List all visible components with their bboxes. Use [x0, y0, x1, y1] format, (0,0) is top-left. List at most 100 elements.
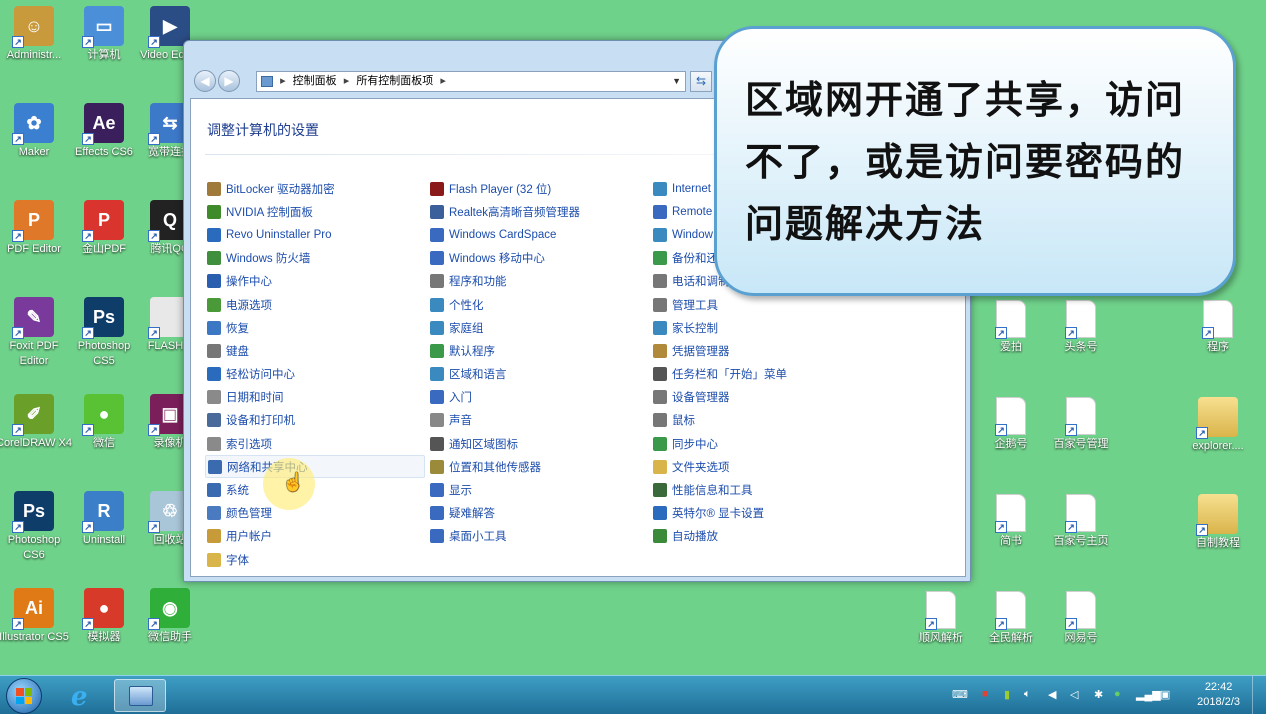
- battery-icon[interactable]: ▮: [1004, 688, 1010, 701]
- desktop-icon[interactable]: ▭ ↗ 计算机: [66, 6, 142, 63]
- back-button[interactable]: ◀: [194, 70, 216, 92]
- control-panel-item[interactable]: 管理工具: [651, 293, 871, 316]
- control-panel-item[interactable]: 个性化: [428, 293, 648, 316]
- desktop-icon-label: 微信助手: [148, 631, 192, 643]
- control-panel-item-label: 设备和打印机: [226, 415, 295, 428]
- desktop-icon[interactable]: ● ↗ 微信: [66, 394, 142, 451]
- desktop-icon[interactable]: Ps ↗ Photoshop CS5: [66, 297, 142, 369]
- control-panel-item[interactable]: 显示: [428, 478, 648, 501]
- desktop-icon[interactable]: ◉ ↗ 微信助手: [132, 588, 208, 645]
- desktop-icon[interactable]: R ↗ Uninstall: [66, 491, 142, 548]
- address-bar[interactable]: ▸ 控制面板 ▸ 所有控制面板项 ▸ ▼: [256, 71, 686, 92]
- control-panel-item[interactable]: 索引选项: [205, 432, 425, 455]
- control-panel-item[interactable]: BitLocker 驱动器加密: [205, 177, 425, 200]
- shortcut-arrow-icon: ↗: [12, 327, 24, 339]
- keyboard-icon[interactable]: ⌨: [952, 688, 968, 701]
- desktop-file-icon[interactable]: ↗ 自制教程: [1180, 494, 1256, 551]
- desktop-file-icon[interactable]: ↗ 爱拍: [973, 300, 1049, 355]
- control-panel-item[interactable]: 文件夹选项: [651, 455, 871, 478]
- taskbar-clock[interactable]: 22:42 2018/2/3: [1197, 680, 1240, 710]
- control-panel-item-label: 电源选项: [226, 299, 272, 312]
- show-desktop-button[interactable]: [1252, 676, 1266, 714]
- forward-button[interactable]: ▶: [218, 70, 240, 92]
- control-panel-item[interactable]: Windows CardSpace: [428, 223, 648, 246]
- desktop-icon[interactable]: P ↗ PDF Editor: [0, 200, 72, 257]
- control-panel-item[interactable]: Realtek高清晰音频管理器: [428, 200, 648, 223]
- control-panel-item[interactable]: 性能信息和工具: [651, 478, 871, 501]
- refresh-button[interactable]: ⇆: [690, 71, 712, 92]
- control-panel-item[interactable]: 轻松访问中心: [205, 363, 425, 386]
- desktop-icon[interactable]: P ↗ 金山PDF: [66, 200, 142, 257]
- control-panel-item[interactable]: 桌面小工具: [428, 525, 648, 548]
- control-panel-item[interactable]: 设备管理器: [651, 386, 871, 409]
- control-panel-item[interactable]: 疑难解答: [428, 502, 648, 525]
- control-panel-item[interactable]: 区域和语言: [428, 363, 648, 386]
- control-panel-item[interactable]: 日期和时间: [205, 386, 425, 409]
- desktop-file-icon[interactable]: ↗ 头条号: [1043, 300, 1119, 355]
- control-panel-item[interactable]: 入门: [428, 386, 648, 409]
- desktop-icon[interactable]: Ps ↗ Photoshop CS6: [0, 491, 72, 563]
- desktop-file-icon[interactable]: ↗ 程序: [1180, 300, 1256, 355]
- control-panel-item[interactable]: 恢复: [205, 316, 425, 339]
- desktop-file-icon[interactable]: ↗ 网易号: [1043, 591, 1119, 646]
- bluetooth-icon[interactable]: ✱: [1094, 688, 1103, 701]
- shortcut-arrow-icon: ↗: [148, 230, 160, 242]
- network-icon[interactable]: ▣: [1160, 688, 1170, 701]
- app-tray-icon[interactable]: ■: [982, 688, 989, 700]
- desktop-file-icon[interactable]: ↗ explorer....: [1180, 397, 1256, 454]
- control-panel-item[interactable]: 凭据管理器: [651, 339, 871, 362]
- control-panel-item[interactable]: 鼠标: [651, 409, 871, 432]
- control-panel-item[interactable]: 英特尔® 显卡设置: [651, 502, 871, 525]
- desktop-icon[interactable]: Ae ↗ Effects CS6: [66, 103, 142, 160]
- control-panel-item[interactable]: Windows 防火墙: [205, 247, 425, 270]
- shortcut-arrow-icon: ↗: [148, 618, 160, 630]
- control-panel-item[interactable]: 用户帐户: [205, 525, 425, 548]
- desktop-icon[interactable]: ☺ ↗ Administr...: [0, 6, 72, 63]
- control-panel-item[interactable]: 键盘: [205, 339, 425, 362]
- taskbar-internet-explorer[interactable]: e: [58, 679, 110, 712]
- desktop-icon[interactable]: ✐ ↗ CorelDRAW X4: [0, 394, 72, 451]
- sound-icon[interactable]: ◁: [1070, 688, 1078, 701]
- control-panel-item[interactable]: 任务栏和「开始」菜单: [651, 363, 871, 386]
- control-panel-item[interactable]: Flash Player (32 位): [428, 177, 648, 200]
- control-panel-item[interactable]: 同步中心: [651, 432, 871, 455]
- chevron-down-icon[interactable]: ▼: [672, 72, 681, 91]
- start-button[interactable]: [6, 678, 42, 714]
- wechat-tray-icon[interactable]: ●: [1114, 688, 1121, 700]
- control-panel-item[interactable]: 声音: [428, 409, 648, 432]
- control-panel-item[interactable]: 电源选项: [205, 293, 425, 316]
- desktop-file-icon[interactable]: ↗ 百家号主页: [1043, 494, 1119, 549]
- control-panel-item-label: 日期和时间: [226, 392, 284, 405]
- control-panel-item[interactable]: 操作中心: [205, 270, 425, 293]
- control-panel-item[interactable]: 系统: [205, 478, 425, 501]
- desktop-file-icon[interactable]: ↗ 企鹅号: [973, 397, 1049, 452]
- control-panel-item[interactable]: 家长控制: [651, 316, 871, 339]
- control-panel-item[interactable]: NVIDIA 控制面板: [205, 200, 425, 223]
- desktop-file-icon[interactable]: ↗ 全民解析: [973, 591, 1049, 646]
- signal-icon[interactable]: ▂▄▆: [1136, 688, 1161, 701]
- control-panel-item[interactable]: 颜色管理: [205, 502, 425, 525]
- taskbar-control-panel[interactable]: [114, 679, 166, 712]
- desktop-icon[interactable]: ● ↗ 模拟器: [66, 588, 142, 645]
- desktop-file-icon[interactable]: ↗ 简书: [973, 494, 1049, 549]
- breadcrumb-item-all-items[interactable]: 所有控制面板项: [356, 75, 433, 87]
- speaker-icon[interactable]: ◀: [1048, 688, 1056, 701]
- control-panel-item[interactable]: 默认程序: [428, 339, 648, 362]
- desktop-icon[interactable]: Ai ↗ Illustrator CS5: [0, 588, 72, 645]
- volume-icon[interactable]: 🔈︎: [1024, 688, 1031, 701]
- breadcrumb-item-control-panel[interactable]: 控制面板: [293, 75, 337, 87]
- desktop-file-icon[interactable]: ↗ 百家号管理: [1043, 397, 1119, 452]
- desktop-file-icon[interactable]: ↗ 顺风解析: [903, 591, 979, 646]
- control-panel-item[interactable]: 位置和其他传感器: [428, 455, 648, 478]
- control-panel-item[interactable]: 通知区域图标: [428, 432, 648, 455]
- control-panel-item[interactable]: 网络和共享中心: [205, 455, 425, 479]
- control-panel-item[interactable]: 家庭组: [428, 316, 648, 339]
- control-panel-item[interactable]: 设备和打印机: [205, 409, 425, 432]
- control-panel-item[interactable]: Windows 移动中心: [428, 247, 648, 270]
- desktop-icon[interactable]: ✿ ↗ Maker: [0, 103, 72, 160]
- control-panel-item[interactable]: 自动播放: [651, 525, 871, 548]
- control-panel-item[interactable]: Revo Uninstaller Pro: [205, 223, 425, 246]
- desktop-icon[interactable]: ✎ ↗ Foxit PDF Editor: [0, 297, 72, 369]
- control-panel-item[interactable]: 字体: [205, 548, 425, 571]
- control-panel-item[interactable]: 程序和功能: [428, 270, 648, 293]
